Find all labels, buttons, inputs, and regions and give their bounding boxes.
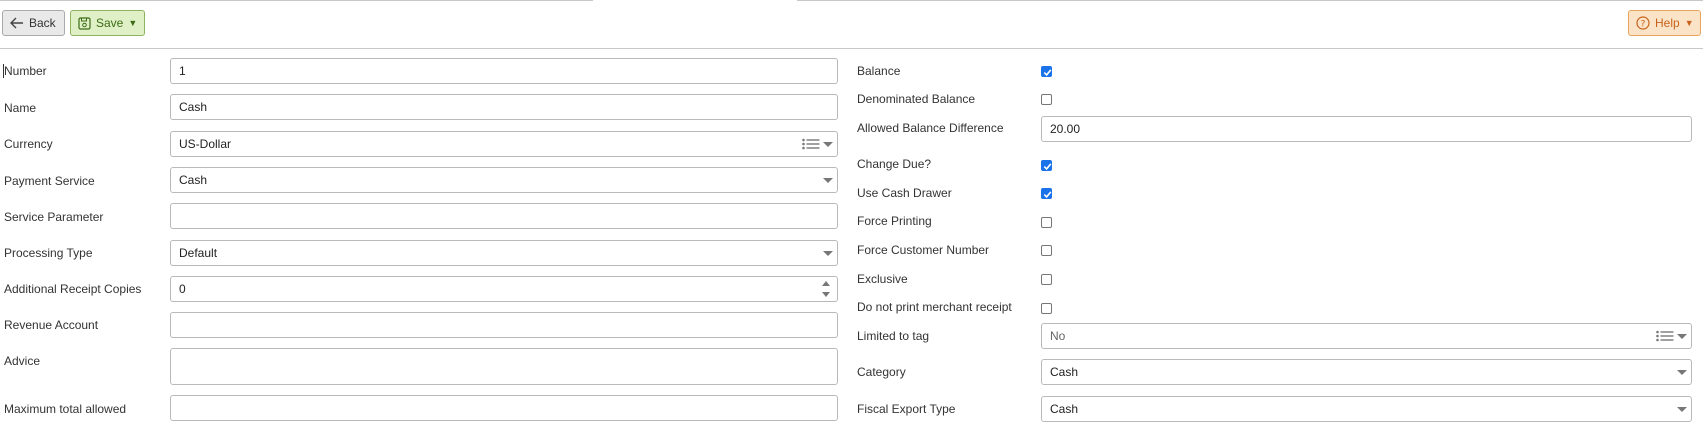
force-printing-label: Force Printing	[857, 214, 932, 228]
additional-receipt-copies-value: 0	[179, 282, 186, 296]
save-disk-icon	[78, 16, 91, 30]
denominated-balance-checkbox[interactable]	[1041, 94, 1052, 105]
name-value: Cash	[179, 100, 208, 114]
allowed-balance-difference-input[interactable]: 20.00	[1041, 116, 1692, 142]
force-customer-number-label: Force Customer Number	[857, 243, 990, 257]
category-label: Category	[857, 365, 906, 379]
revenue-account-input[interactable]	[170, 312, 838, 338]
number-input[interactable]: 1	[170, 58, 838, 84]
do-not-print-merchant-receipt-checkbox[interactable]	[1041, 303, 1052, 314]
help-button-label: Help	[1655, 16, 1680, 30]
balance-label: Balance	[857, 64, 901, 78]
payment-service-value: Cash	[179, 173, 208, 187]
advice-label: Advice	[4, 354, 41, 368]
fiscal-export-type-label: Fiscal Export Type	[857, 402, 956, 416]
additional-receipt-copies-stepper[interactable]: 0	[170, 276, 838, 302]
save-button[interactable]: Save ▼	[70, 10, 145, 36]
name-input[interactable]: Cash	[170, 94, 838, 120]
use-cash-drawer-label: Use Cash Drawer	[857, 186, 952, 200]
chevron-down-icon[interactable]	[823, 142, 833, 147]
payment-service-select[interactable]: Cash	[170, 167, 838, 193]
chevron-down-icon[interactable]	[1677, 370, 1687, 375]
processing-type-select[interactable]: Default	[170, 240, 838, 266]
currency-select[interactable]: US-Dollar	[170, 131, 838, 157]
exclusive-label: Exclusive	[857, 272, 908, 286]
chevron-down-icon[interactable]	[823, 251, 833, 256]
allowed-balance-difference-value: 20.00	[1050, 122, 1081, 136]
processing-type-value: Default	[179, 246, 218, 260]
category-select[interactable]: Cash	[1041, 359, 1692, 385]
allowed-balance-difference-label: Allowed Balance Difference	[857, 121, 1004, 135]
revenue-account-label: Revenue Account	[4, 318, 99, 332]
chevron-down-icon: ▼	[1684, 18, 1694, 28]
toolbar: Back Save ▼ ? Help ▼	[0, 0, 1703, 49]
advice-textarea[interactable]	[170, 348, 838, 385]
exclusive-checkbox[interactable]	[1041, 274, 1052, 285]
chevron-down-icon[interactable]	[1677, 334, 1687, 339]
svg-text:?: ?	[1641, 20, 1646, 30]
change-due-checkbox[interactable]	[1041, 160, 1052, 171]
help-button[interactable]: ? Help ▼	[1628, 10, 1701, 36]
fiscal-export-type-value: Cash	[1050, 402, 1079, 416]
question-circle-icon: ?	[1636, 16, 1650, 30]
service-parameter-input[interactable]	[170, 203, 838, 229]
fiscal-export-type-select[interactable]: Cash	[1041, 396, 1692, 422]
chevron-down-icon[interactable]	[1677, 407, 1687, 412]
name-label: Name	[4, 101, 37, 115]
chevron-down-icon[interactable]	[823, 178, 833, 183]
list-icon[interactable]	[1656, 330, 1674, 345]
chevron-down-icon: ▼	[128, 18, 138, 28]
currency-value: US-Dollar	[179, 137, 232, 151]
balance-checkbox[interactable]	[1041, 66, 1052, 77]
force-customer-number-checkbox[interactable]	[1041, 245, 1052, 256]
back-button-label: Back	[29, 16, 56, 30]
processing-type-label: Processing Type	[4, 246, 93, 260]
additional-receipt-copies-label: Additional Receipt Copies	[4, 282, 142, 296]
denominated-balance-label: Denominated Balance	[857, 92, 976, 106]
number-label: Number	[4, 64, 47, 78]
save-button-label: Save	[96, 16, 124, 30]
arrow-left-icon	[10, 17, 24, 29]
list-icon[interactable]	[802, 138, 820, 153]
maximum-total-allowed-input[interactable]	[170, 395, 838, 421]
payment-service-label: Payment Service	[4, 174, 95, 188]
number-value: 1	[179, 64, 186, 78]
maximum-total-allowed-label: Maximum total allowed	[4, 402, 127, 416]
service-parameter-label: Service Parameter	[4, 210, 104, 224]
limited-to-tag-select[interactable]: No	[1041, 323, 1692, 349]
force-printing-checkbox[interactable]	[1041, 217, 1052, 228]
stepper-arrows-icon[interactable]	[822, 280, 832, 298]
use-cash-drawer-checkbox[interactable]	[1041, 188, 1052, 199]
category-value: Cash	[1050, 365, 1079, 379]
change-due-label: Change Due?	[857, 157, 932, 171]
do-not-print-merchant-receipt-label: Do not print merchant receipt	[857, 300, 1012, 314]
limited-to-tag-label: Limited to tag	[857, 329, 930, 343]
back-button[interactable]: Back	[2, 10, 65, 36]
limited-to-tag-value: No	[1050, 329, 1066, 343]
currency-label: Currency	[4, 137, 53, 151]
